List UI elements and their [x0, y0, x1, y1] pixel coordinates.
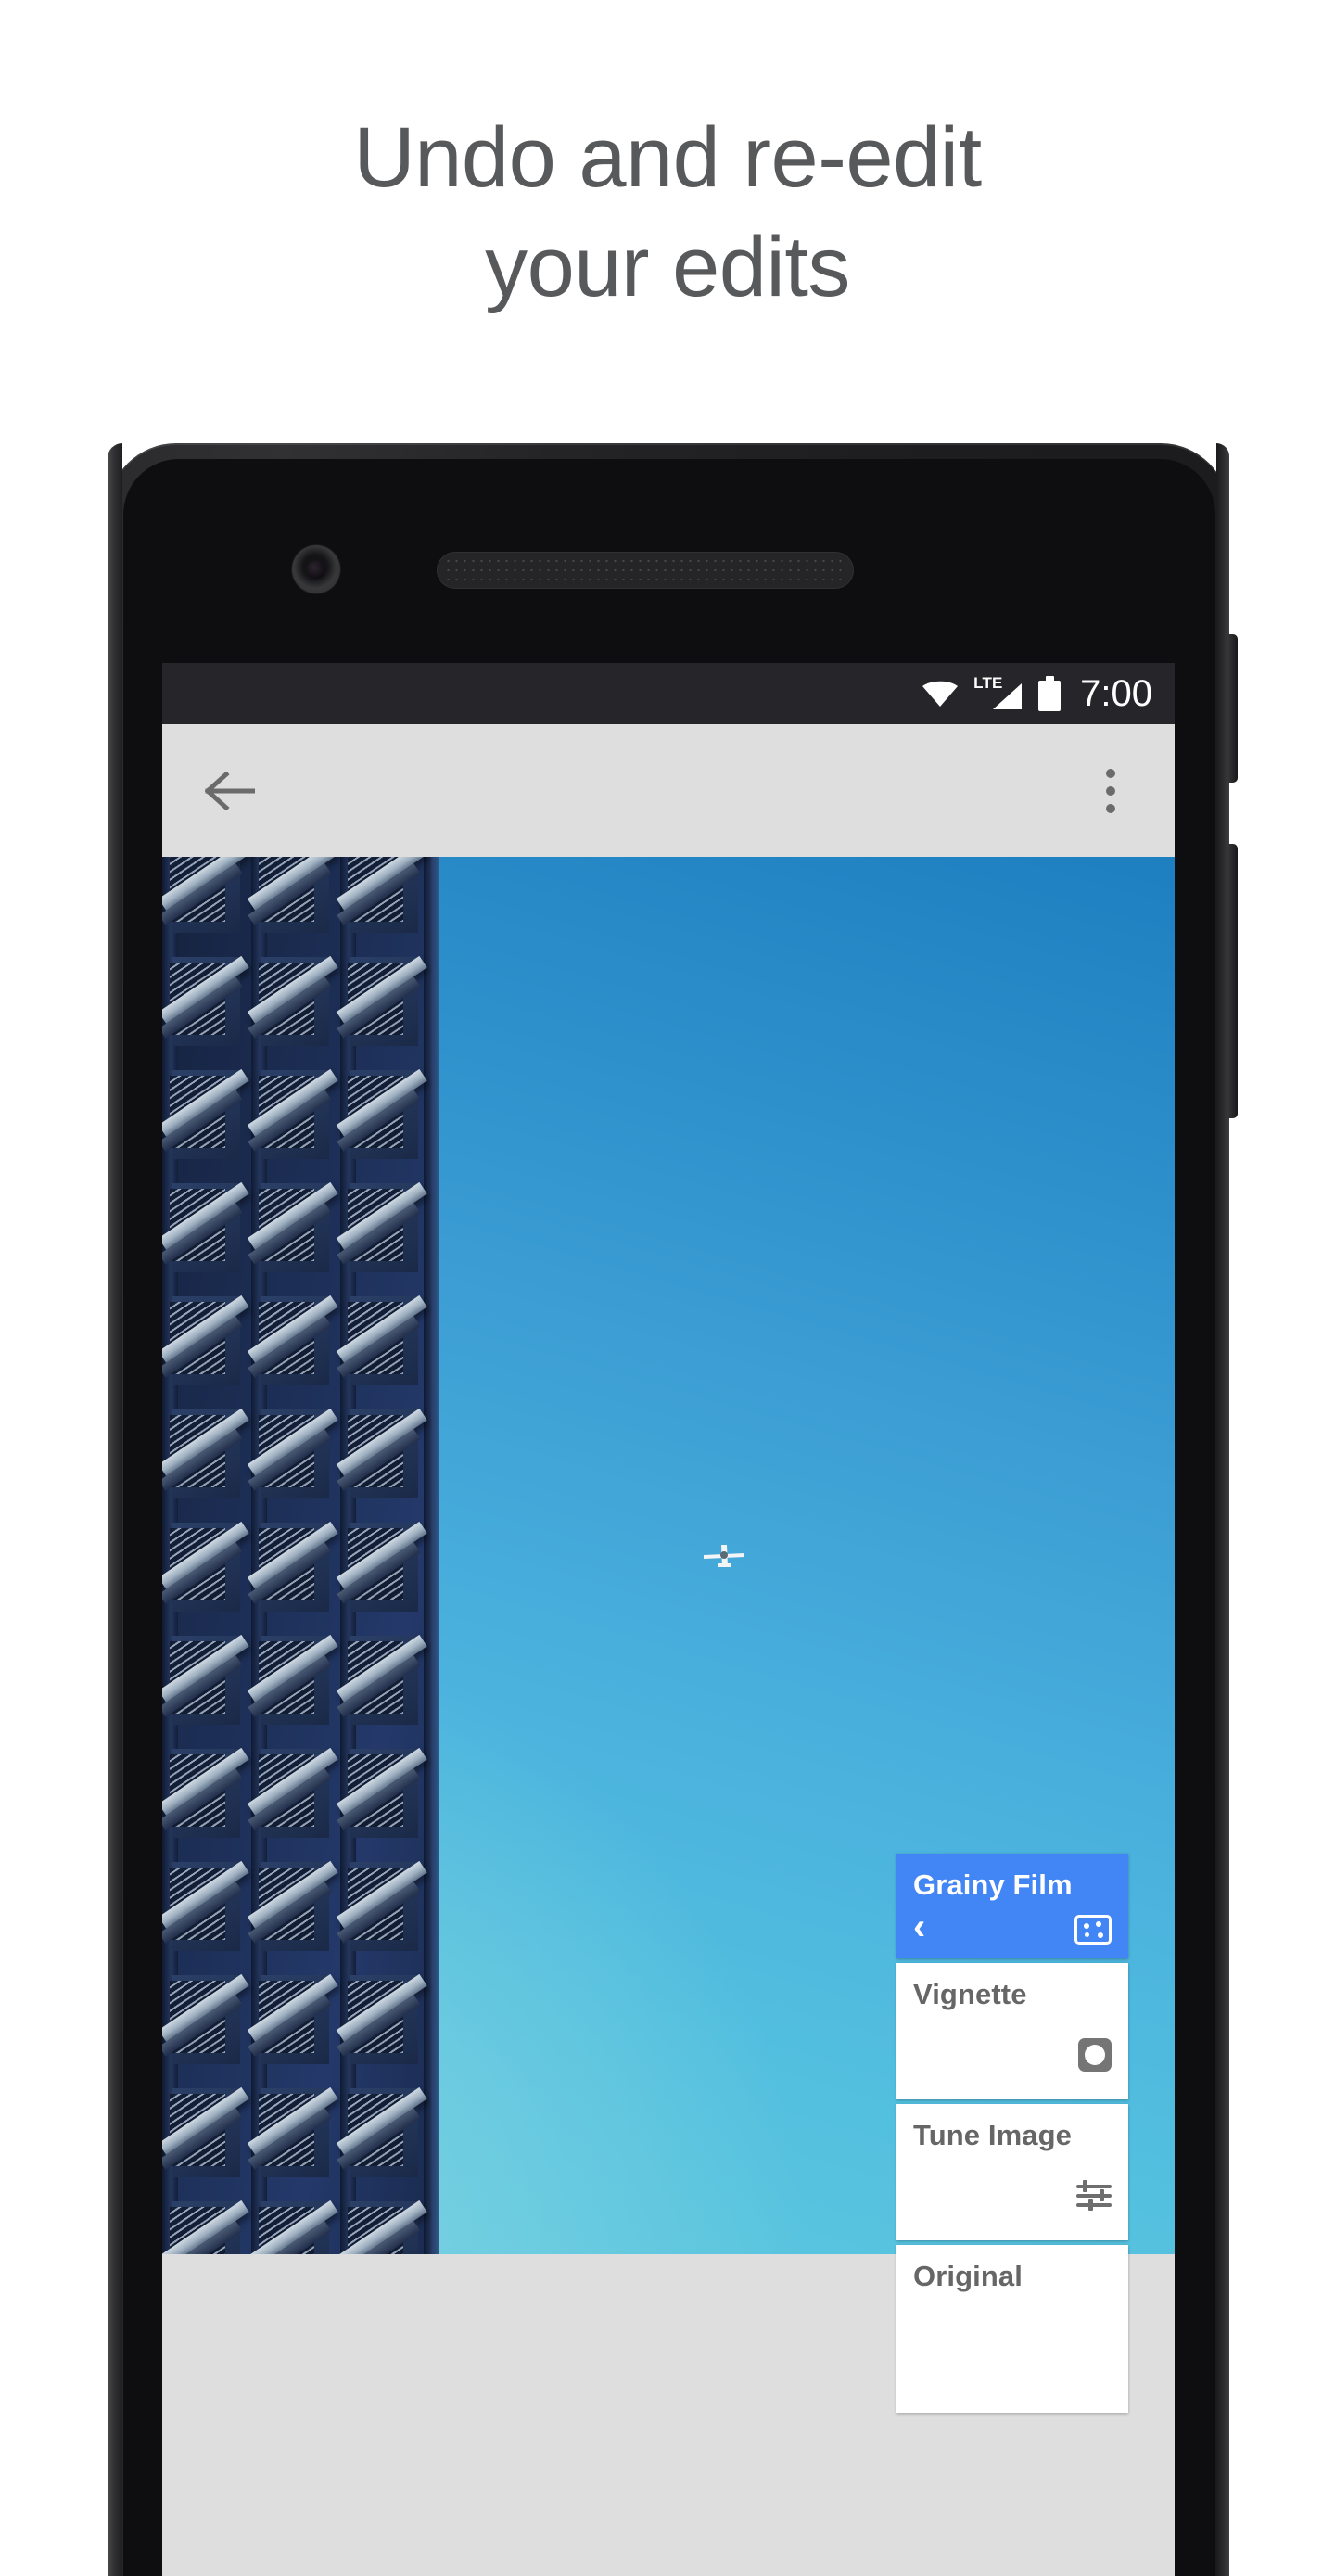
page-title: Undo and re-edit your edits: [0, 104, 1335, 323]
building-window-row: [162, 2073, 439, 2187]
battery-full-icon: [1038, 676, 1062, 711]
edit-card-vignette[interactable]: Vignette: [896, 1963, 1128, 2100]
building-window-row: [162, 942, 439, 1055]
grain-icon[interactable]: [1074, 1915, 1112, 1945]
back-arrow-icon[interactable]: [201, 762, 259, 820]
building-facade: [162, 857, 439, 2254]
phone-device-mockup: LTE 7:00 Grainy Film ‹ Vignette Tune Ima…: [108, 443, 1238, 2576]
building-window-row: [162, 1847, 439, 1960]
edit-card-grainy-film[interactable]: Grainy Film ‹: [896, 1854, 1128, 1959]
building-window-row: [162, 1621, 439, 1734]
power-button[interactable]: [1227, 634, 1238, 783]
signal-bars-icon: LTE: [973, 674, 1023, 711]
edit-card-tune-image[interactable]: Tune Image: [896, 2104, 1128, 2241]
building-window-rows: [162, 857, 439, 2254]
building-window-row: [162, 1055, 439, 1168]
app-toolbar: [162, 724, 1175, 857]
phone-left-edge: [108, 443, 122, 2576]
status-bar-clock: 7:00: [1080, 673, 1152, 714]
front-camera-icon: [292, 545, 340, 593]
building-window-row: [162, 1960, 439, 2073]
edit-card-label: Tune Image: [913, 2119, 1072, 2152]
building-window-row: [162, 1734, 439, 1847]
overflow-menu-icon[interactable]: [1086, 762, 1136, 820]
edit-card-label: Vignette: [913, 1978, 1027, 2011]
chevron-left-icon[interactable]: ‹: [913, 1908, 925, 1945]
edit-card-original[interactable]: Original: [896, 2245, 1128, 2414]
wifi-icon: [922, 680, 959, 708]
edit-stack-list: Grainy Film ‹ Vignette Tune Image Origin…: [896, 1854, 1128, 2417]
building-window-row: [162, 1395, 439, 1508]
status-bar: LTE 7:00: [162, 663, 1175, 724]
building-window-row: [162, 1282, 439, 1395]
edit-card-label: Original: [913, 2260, 1023, 2293]
building-window-row: [162, 1508, 439, 1621]
tune-sliders-icon[interactable]: [1076, 2180, 1112, 2212]
vignette-icon[interactable]: [1078, 2038, 1112, 2072]
volume-button[interactable]: [1227, 844, 1238, 1118]
phone-screen: LTE 7:00 Grainy Film ‹ Vignette Tune Ima…: [162, 663, 1175, 2576]
airplane-icon: [703, 1543, 745, 1571]
building-window-row: [162, 857, 439, 942]
page-title-line-1: Undo and re-edit: [353, 110, 982, 205]
building-window-row: [162, 1168, 439, 1282]
page-title-line-2: your edits: [485, 219, 850, 314]
signal-triangle-icon: [991, 682, 1023, 710]
earpiece-speaker-icon: [437, 552, 854, 589]
edit-card-label: Grainy Film: [913, 1868, 1073, 1901]
building-window-row: [162, 2187, 439, 2254]
